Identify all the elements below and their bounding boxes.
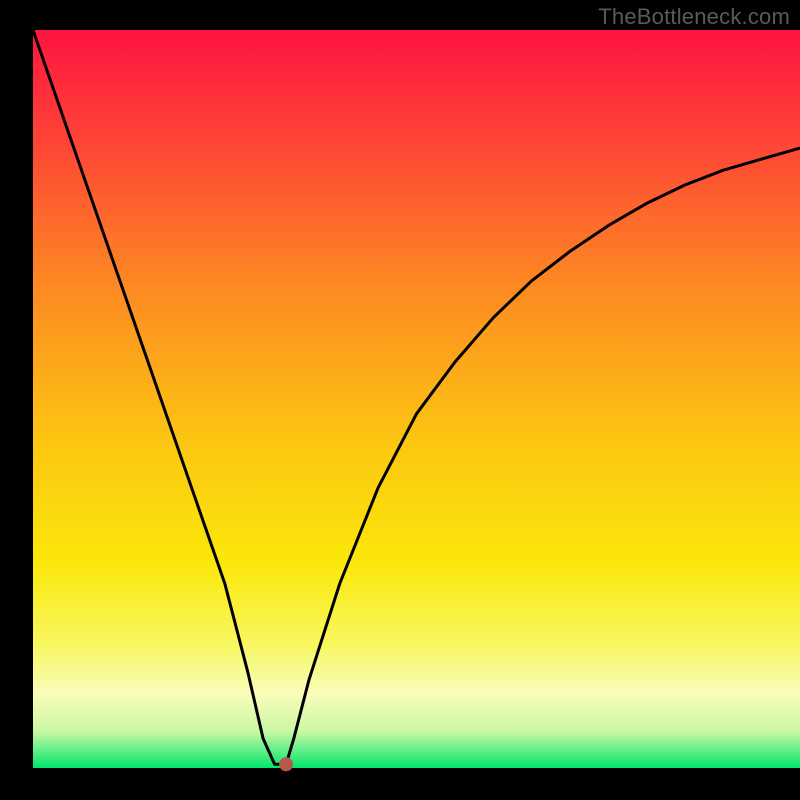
watermark-text: TheBottleneck.com [598,4,790,30]
chart-plot-area [33,30,800,768]
optimal-point-marker [279,757,293,771]
bottleneck-chart [0,0,800,800]
chart-frame: TheBottleneck.com [0,0,800,800]
